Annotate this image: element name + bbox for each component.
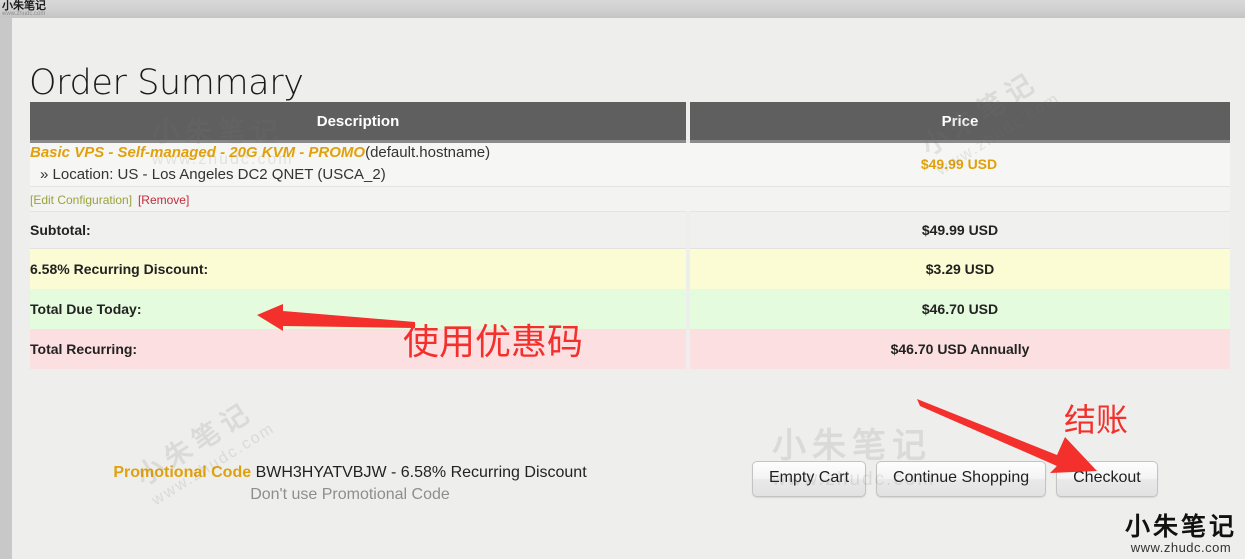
annotation-coupon-label: 使用优惠码: [403, 313, 583, 365]
dont-use-promo-row: Don't use Promotional Code: [30, 486, 670, 504]
edit-configuration-link[interactable]: [Edit Configuration]: [30, 193, 132, 207]
promotional-code-block: Promotional Code BWH3HYATVBJW - 6.58% Re…: [30, 464, 670, 504]
brand-watermark-url: www.zhudc.com: [1125, 541, 1237, 555]
page-content: 小朱笔记 www.zhudc.com 小朱笔记 www.zhudc.com 小朱…: [12, 18, 1245, 559]
table-header-row: Description Price: [30, 102, 1230, 142]
checkout-button[interactable]: Checkout: [1056, 461, 1158, 497]
table-row-product: Basic VPS - Self-managed - 20G KVM - PRO…: [30, 142, 1230, 187]
order-summary-table: Description Price Basic VPS - Self-manag…: [30, 102, 1230, 369]
product-price: $49.99 USD: [921, 156, 997, 172]
product-location: » Location: US - Los Angeles DC2 QNET (U…: [30, 165, 688, 185]
browser-window: 小朱笔记 www.zhudc.com 小朱笔记 www.zhudc.com 小朱…: [0, 0, 1245, 559]
watermark-cn: 小朱笔记: [772, 418, 935, 467]
total-due-today-label: Total Due Today:: [30, 289, 688, 329]
table-row-recurring-discount: 6.58% Recurring Discount: $3.29 USD: [30, 248, 1230, 289]
table-row-product-actions: [Edit Configuration] [Remove]: [30, 186, 1230, 211]
brand-watermark-cn: 小朱笔记: [1125, 514, 1237, 540]
continue-shopping-button[interactable]: Continue Shopping: [876, 461, 1046, 497]
column-header-description: Description: [30, 102, 688, 142]
browser-toolbar-strip: [0, 0, 1245, 18]
column-header-price: Price: [688, 102, 1230, 142]
product-description-cell: Basic VPS - Self-managed - 20G KVM - PRO…: [30, 142, 688, 187]
table-row-total-due-today: Total Due Today: $46.70 USD: [30, 289, 1230, 329]
page-title: Order Summary: [29, 63, 304, 103]
corner-watermark-url: www.zhudc.com: [2, 11, 112, 17]
promotional-code-line: Promotional Code BWH3HYATVBJW - 6.58% Re…: [30, 464, 670, 482]
table-row-total-recurring: Total Recurring: $46.70 USD Annually: [30, 329, 1230, 369]
cart-action-buttons: Empty Cart Continue Shopping Checkout: [752, 461, 1158, 497]
annotation-checkout-label: 结账: [1064, 395, 1128, 441]
total-recurring-label: Total Recurring:: [30, 329, 688, 369]
promotional-code-value: BWH3HYATVBJW - 6.58% Recurring Discount: [256, 464, 587, 481]
remove-item-link[interactable]: [Remove]: [138, 193, 189, 207]
empty-cart-button[interactable]: Empty Cart: [752, 461, 866, 497]
product-hostname: (default.hostname): [365, 144, 490, 161]
table-row-subtotal: Subtotal: $49.99 USD: [30, 211, 1230, 248]
promotional-code-label: Promotional Code: [113, 464, 251, 481]
recurring-discount-label: 6.58% Recurring Discount:: [30, 248, 688, 289]
product-actions-price-cell: [688, 186, 1230, 211]
recurring-discount-value: $3.29 USD: [688, 248, 1230, 289]
product-actions-cell: [Edit Configuration] [Remove]: [30, 186, 688, 211]
dont-use-promotional-code-link[interactable]: Don't use Promotional Code: [250, 486, 450, 503]
subtotal-value: $49.99 USD: [688, 211, 1230, 248]
subtotal-label: Subtotal:: [30, 211, 688, 248]
corner-site-watermark: 小朱笔记 www.zhudc.com: [2, 0, 112, 26]
total-due-today-value: $46.70 USD: [688, 289, 1230, 329]
total-recurring-value: $46.70 USD Annually: [688, 329, 1230, 369]
product-price-cell: $49.99 USD: [688, 142, 1230, 187]
product-name: Basic VPS - Self-managed - 20G KVM - PRO…: [30, 144, 365, 161]
brand-watermark: 小朱笔记 www.zhudc.com: [1125, 514, 1237, 555]
corner-watermark-cn: 小朱笔记: [2, 0, 112, 11]
